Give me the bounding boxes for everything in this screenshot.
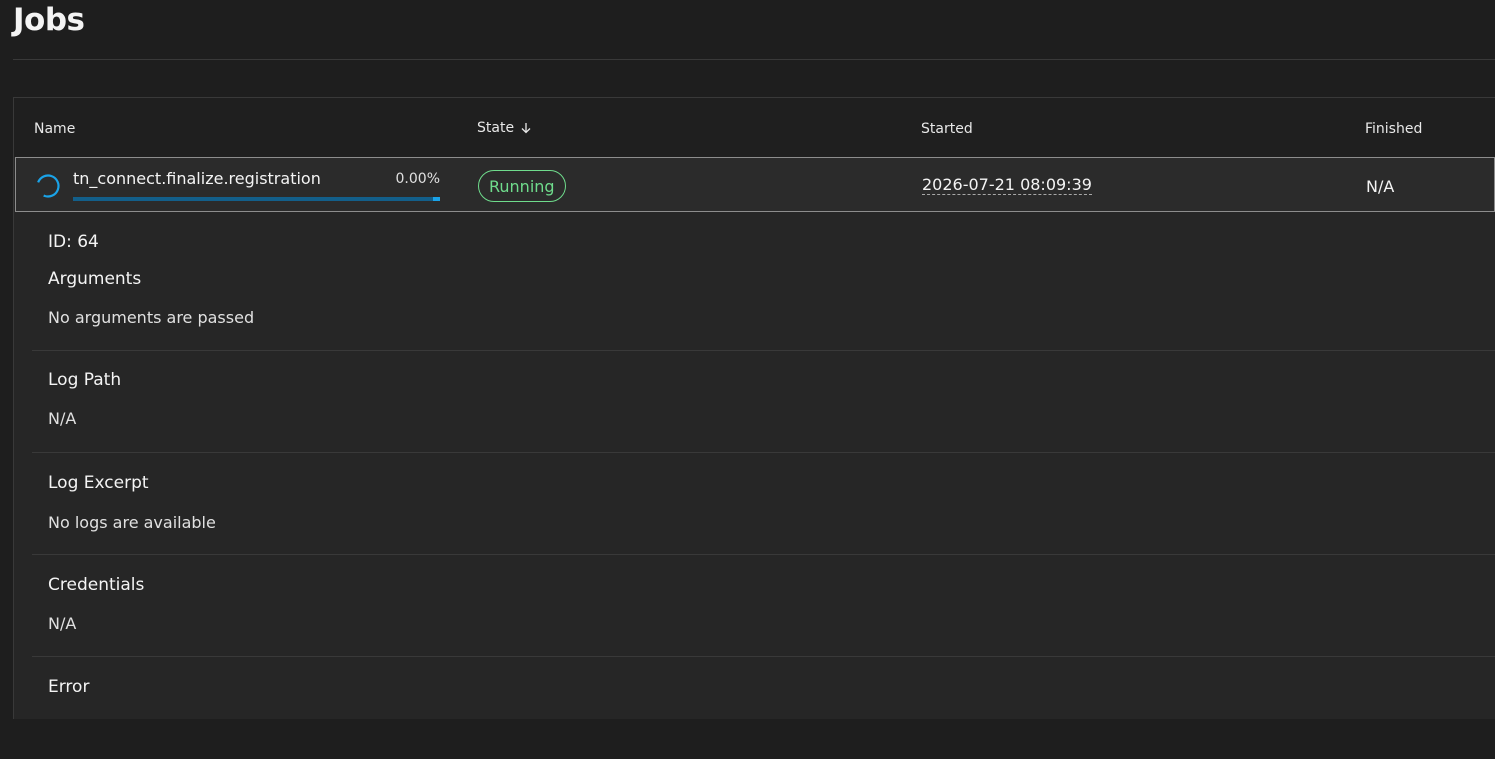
column-header-started[interactable]: Started — [921, 98, 973, 157]
title-divider — [13, 59, 1495, 60]
jobs-table: Name State Started Finished tn_connect.f… — [13, 97, 1495, 719]
job-progress-percent: 0.00% — [395, 171, 440, 187]
page-title: Jobs — [13, 2, 85, 38]
column-header-state[interactable]: State — [477, 98, 532, 157]
job-progress-bar — [73, 197, 440, 201]
credentials-title: Credentials — [48, 575, 145, 595]
log-excerpt-section: Log Excerpt No logs are available — [32, 453, 1495, 555]
log-path-title: Log Path — [48, 370, 122, 390]
log-path-value: N/A — [48, 409, 77, 428]
job-name[interactable]: tn_connect.finalize.registration — [73, 169, 321, 188]
column-header-name[interactable]: Name — [34, 98, 75, 157]
log-path-section: Log Path N/A — [32, 351, 1495, 453]
table-header: Name State Started Finished — [14, 98, 1495, 157]
log-excerpt-value: No logs are available — [48, 513, 216, 532]
column-header-finished[interactable]: Finished — [1365, 98, 1422, 157]
table-row[interactable]: tn_connect.finalize.registration 0.00% R… — [15, 157, 1495, 212]
arguments-title: Arguments — [48, 269, 142, 289]
job-progress-indicator — [433, 197, 440, 201]
started-timestamp[interactable]: 2026-07-21 08:09:39 — [922, 175, 1092, 195]
arguments-value: No arguments are passed — [48, 308, 255, 327]
finished-timestamp: N/A — [1366, 177, 1395, 196]
credentials-section: Credentials N/A — [32, 555, 1495, 657]
loading-spinner-icon — [36, 174, 60, 198]
error-title: Error — [48, 677, 90, 697]
credentials-value: N/A — [48, 614, 77, 633]
arrow-down-icon[interactable] — [520, 122, 532, 134]
status-badge: Running — [478, 170, 566, 202]
arguments-section: Arguments No arguments are passed — [32, 248, 1495, 351]
error-section: Error — [32, 657, 1495, 759]
column-header-state-label: State — [477, 119, 515, 136]
log-excerpt-title: Log Excerpt — [48, 473, 149, 493]
